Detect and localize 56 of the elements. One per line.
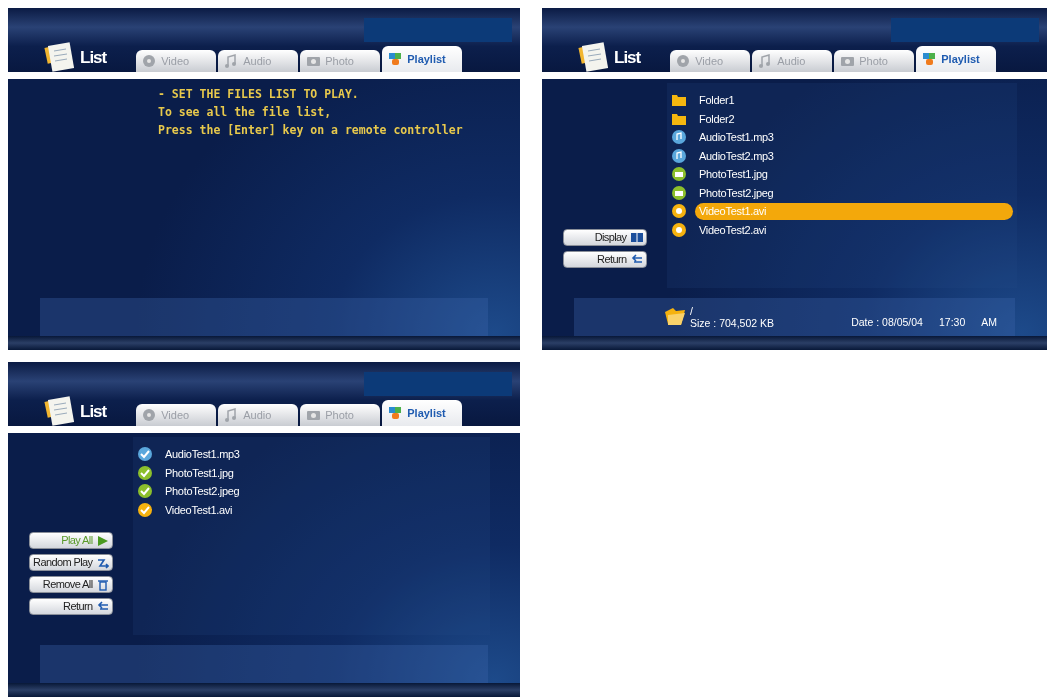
menu-button[interactable]: Random Play [28,554,113,571]
camera-icon [306,408,322,422]
camera-icon [840,54,856,68]
file-item[interactable]: AudioTest2.mp3 [695,147,778,164]
folder-icon [664,307,686,327]
check-icon [137,464,153,481]
file-item[interactable]: Folder1 [695,92,739,109]
return-arrow-icon [96,600,109,613]
play-icon [96,534,109,547]
squares-icon [922,52,938,66]
notepad-icon [44,42,76,72]
message-line: Press the [Enter] key on a remote controller [158,122,463,139]
notepad-icon [578,42,610,72]
file-item[interactable]: Folder2 [695,110,739,127]
camera-icon [306,54,322,68]
file-item[interactable]: PhotoTest2.jpeg [695,184,778,201]
path-text: / [690,305,694,317]
file-item[interactable]: PhotoTest1.jpg [161,464,238,481]
meridiem-text: AM [981,315,997,331]
return-arrow-icon [630,253,643,266]
disc-icon [142,408,158,422]
file-item[interactable]: PhotoTest1.jpg [695,166,772,183]
file-item[interactable]: AudioTest1.mp3 [161,446,244,463]
trash-icon [96,578,109,591]
size-text: Size : 704,502 KB [690,317,775,329]
menu-button[interactable]: Remove All [28,576,113,593]
shuffle-icon [96,556,109,569]
menu-button[interactable]: Return [28,598,113,615]
photo-icon [671,184,687,201]
photo-icon [671,166,687,183]
notepad-icon [44,396,76,426]
check-icon [137,501,153,518]
screen-title: List [80,46,107,69]
check-icon [137,446,153,463]
tab[interactable]: Playlist [382,46,463,72]
disc-icon [142,54,158,68]
file-item[interactable]: VideoTest2.avi [695,221,771,238]
disc-icon [676,54,692,68]
time-text: 17:30 [938,315,966,331]
screen-title: List [80,400,107,423]
squares-icon [388,52,404,66]
check-icon [137,483,153,500]
file-item[interactable]: AudioTest1.mp3 [695,129,778,146]
folder-icon [671,92,687,109]
tab[interactable]: Playlist [916,46,997,72]
menu-button[interactable]: Display [562,229,647,246]
date-text: Date : 08/05/04 [851,315,923,331]
squares-icon [388,406,404,420]
file-item[interactable]: PhotoTest2.jpeg [161,483,244,500]
file-item[interactable]: VideoTest1.avi [161,501,237,518]
screen-title: List [614,46,641,69]
message-line: To see all the file list, [158,104,333,121]
tab[interactable]: Playlist [382,400,463,426]
message-line: - SET THE FILES LIST TO PLAY. [158,86,360,103]
menu-button[interactable]: Return [562,251,647,268]
book-icon [630,231,643,244]
